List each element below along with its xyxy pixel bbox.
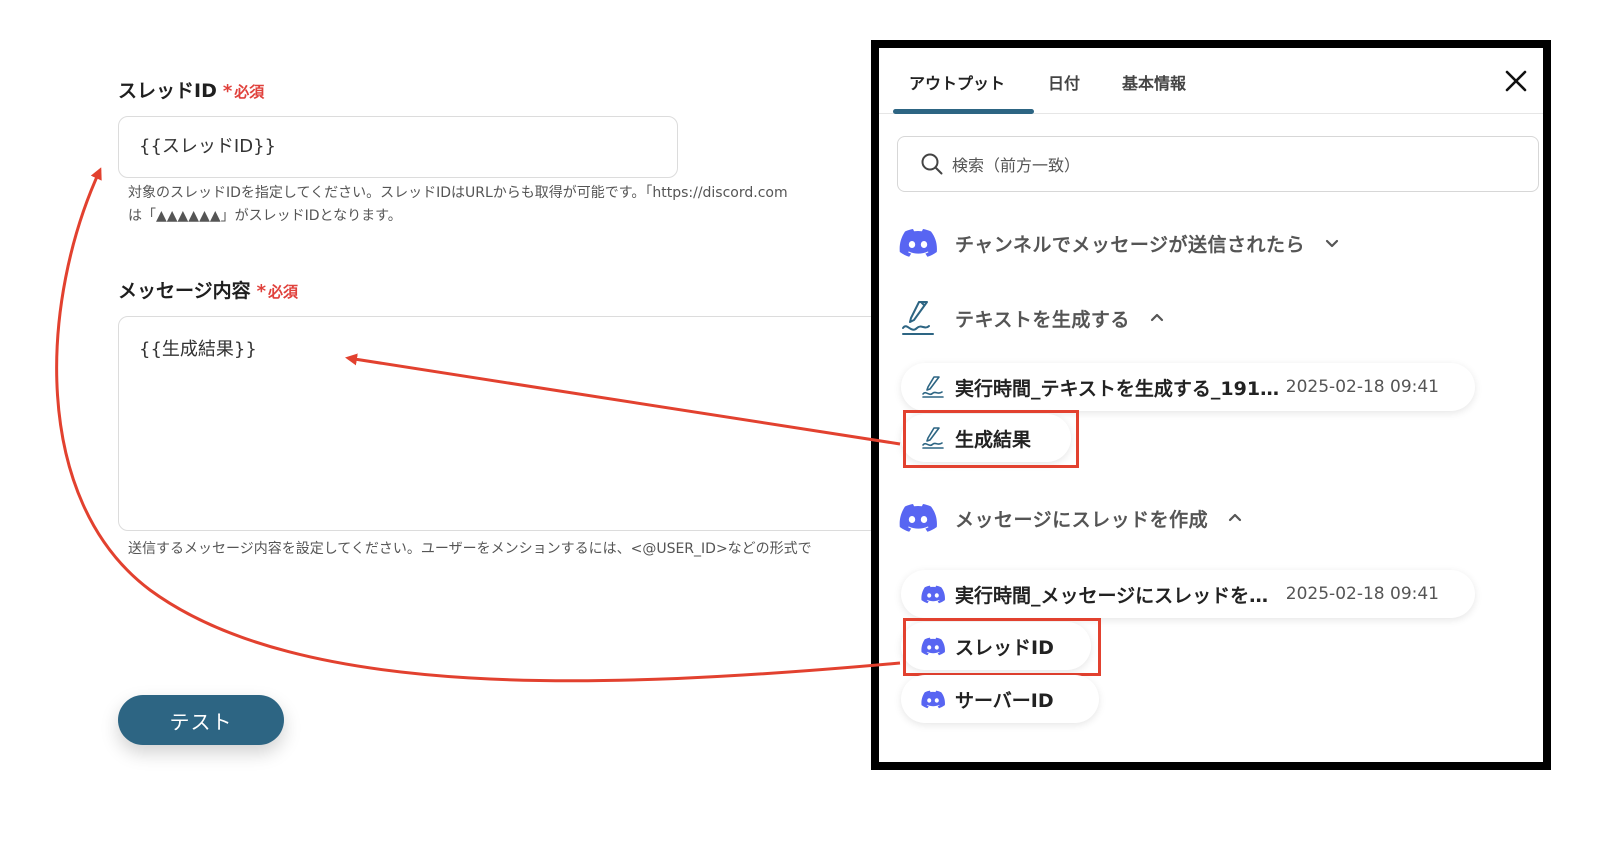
output-item-server-id[interactable]: サーバーID <box>901 675 1099 723</box>
search-icon <box>921 153 943 175</box>
ai-pen-icon <box>902 301 934 335</box>
tab-output[interactable]: アウトプット <box>909 70 1005 94</box>
highlight-gen-result <box>903 410 1079 468</box>
chevron-down-icon <box>1325 239 1339 248</box>
required-badge: * 必須 <box>222 81 265 102</box>
search-input[interactable]: 検索（前方一致） <box>897 136 1539 192</box>
section-channel-message[interactable]: チャンネルでメッセージが送信されたら <box>899 228 1341 258</box>
active-tab-indicator <box>893 109 1034 114</box>
discord-icon <box>899 504 937 532</box>
highlight-thread-id <box>903 618 1101 676</box>
required-badge: * 必須 <box>256 281 299 302</box>
tab-basic-info[interactable]: 基本情報 <box>1122 70 1186 94</box>
message-help: 送信するメッセージ内容を設定してください。ユーザーをメンションするには、<@US… <box>128 541 812 557</box>
section-generate-text[interactable]: テキストを生成する <box>899 298 1166 338</box>
thread-id-help: 対象のスレッドIDを指定してください。スレッドIDはURLからも取得が可能です。… <box>128 185 788 224</box>
chevron-up-icon <box>1150 313 1164 322</box>
test-button[interactable]: テスト <box>118 695 284 745</box>
message-textarea[interactable]: {{生成結果}} <box>118 316 898 531</box>
close-icon[interactable] <box>1503 68 1529 94</box>
thread-id-label: スレッドID * 必須 <box>118 80 265 102</box>
tab-date[interactable]: 日付 <box>1048 70 1080 94</box>
discord-icon <box>921 690 945 708</box>
output-item-thread-exec-time[interactable]: 実行時間_メッセージにスレッドを… 2025-02-18 09:41 <box>901 570 1475 618</box>
output-panel: アウトプット 日付 基本情報 検索（前方一致） チャンネルでメッセージが送信され… <box>871 40 1551 770</box>
output-item-gen-exec-time[interactable]: 実行時間_テキストを生成する_191… 2025-02-18 09:41 <box>901 363 1475 411</box>
message-label: メッセージ内容 * 必須 <box>118 280 299 302</box>
chevron-up-icon <box>1229 513 1242 522</box>
discord-icon <box>921 585 945 603</box>
section-create-thread[interactable]: メッセージにスレッドを作成 <box>899 503 1244 533</box>
ai-pen-icon <box>922 376 944 398</box>
discord-icon <box>899 229 937 257</box>
panel-tabs: アウトプット 日付 基本情報 <box>879 48 1543 114</box>
thread-id-input[interactable]: {{スレッドID}} <box>118 116 678 178</box>
